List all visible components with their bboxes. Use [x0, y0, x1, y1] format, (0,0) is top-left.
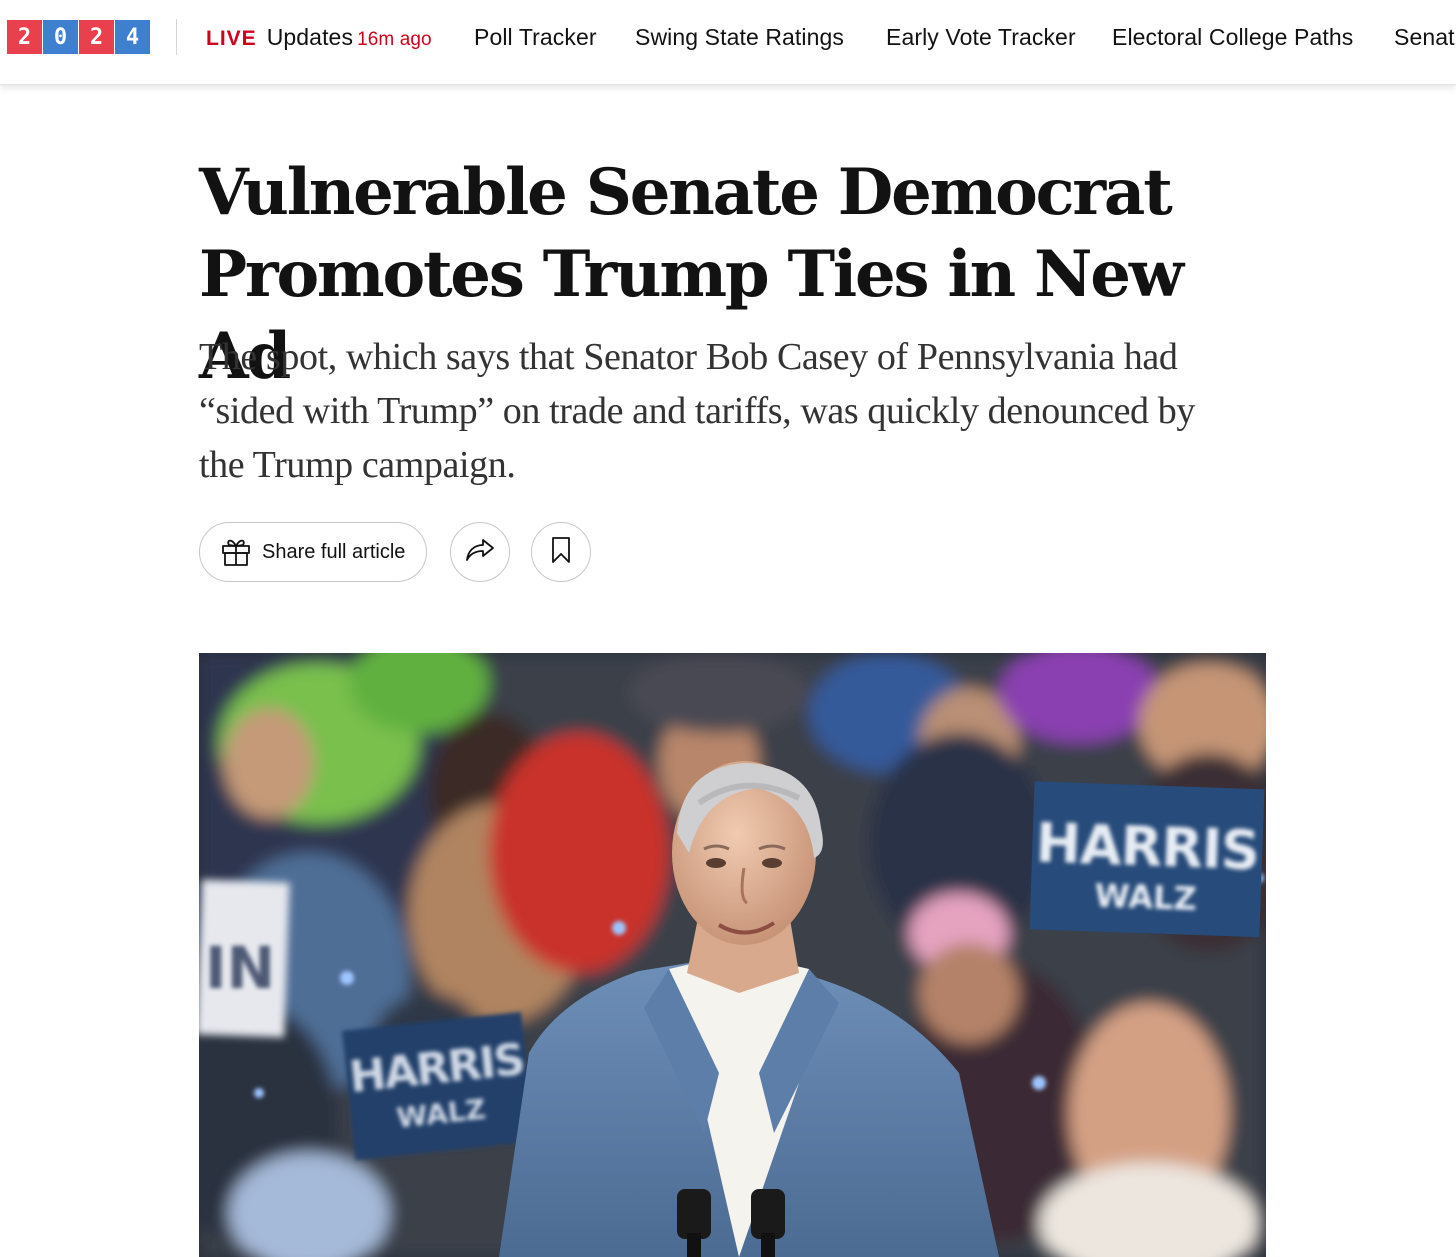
bookmark-icon [550, 536, 572, 569]
updates-timestamp: 16m ago [357, 29, 432, 50]
share-full-article-label: Share full article [262, 540, 406, 563]
rally-photo-illustration: IN HARRIS WALZ HARRIS WALZ [199, 653, 1266, 1257]
sign-text: WALZ [1094, 876, 1197, 918]
nav-live-updates[interactable]: LIVE Updates 16m ago [206, 22, 432, 55]
year-digit: 4 [115, 20, 150, 54]
article-lead-photo: IN HARRIS WALZ HARRIS WALZ [199, 653, 1266, 1257]
headline-line: Vulnerable Senate Democrat [199, 155, 1173, 230]
sign-text: IN [205, 934, 275, 1002]
article-summary: The spot, which says that Senator Bob Ca… [199, 336, 1195, 486]
nav-poll-tracker[interactable]: Poll Tracker [474, 22, 597, 52]
election-2024-logo[interactable]: 2 0 2 4 [7, 20, 151, 54]
share-full-article-button[interactable]: Share full article [199, 522, 427, 582]
save-button[interactable] [531, 522, 591, 582]
nav-senate[interactable]: Senat [1394, 22, 1455, 52]
nav-divider [176, 19, 177, 55]
share-arrow-icon [464, 536, 496, 569]
year-digit: 2 [7, 20, 42, 54]
updates-label: Updates [266, 24, 354, 50]
sign-text: HARRIS [1035, 811, 1260, 882]
nav-early-vote-tracker[interactable]: Early Vote Tracker [886, 22, 1076, 52]
gift-icon [220, 536, 252, 568]
nav-swing-state-ratings[interactable]: Swing State Ratings [635, 22, 844, 52]
top-navigation: 2 0 2 4 LIVE Updates 16m ago Poll Tracker … [0, 0, 1456, 85]
year-digit: 0 [43, 20, 78, 54]
nav-electoral-college-paths[interactable]: Electoral College Paths [1112, 22, 1353, 52]
share-button[interactable] [450, 522, 510, 582]
year-digit: 2 [79, 20, 114, 54]
live-label: LIVE [206, 27, 257, 50]
